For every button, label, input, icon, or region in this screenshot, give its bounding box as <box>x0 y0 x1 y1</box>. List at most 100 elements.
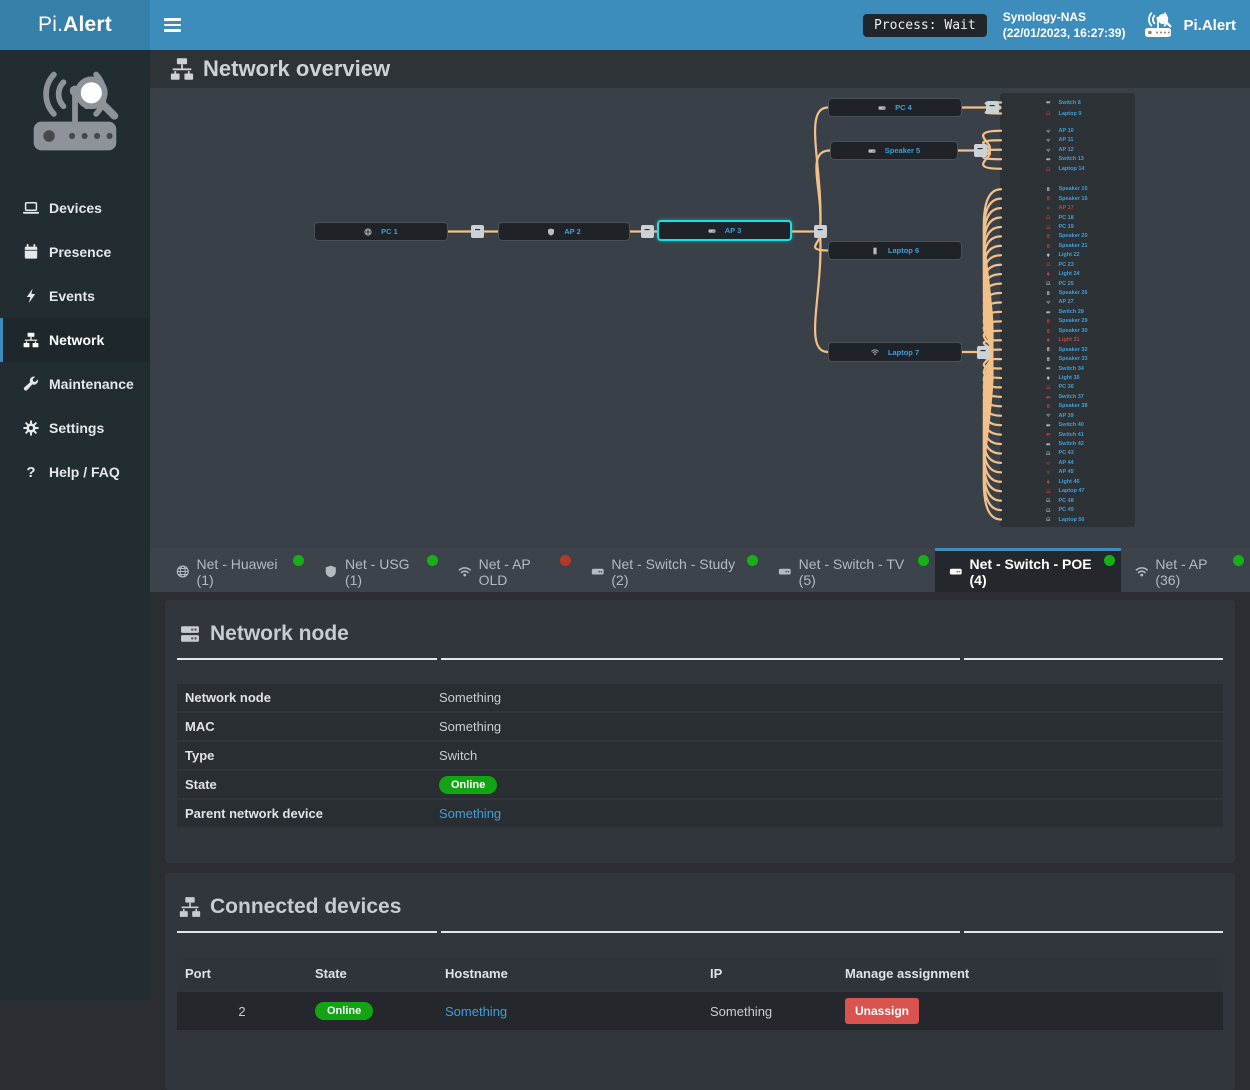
device-list-item-speaker-20[interactable]: Speaker 20 <box>1000 232 1135 241</box>
device-list-item-label: Laptop 9 <box>1059 111 1082 117</box>
device-list-item-label: PC 25 <box>1059 281 1074 287</box>
device-list-item-ap-11[interactable]: AP 11 <box>1000 136 1135 146</box>
tab-net-huawei-1[interactable]: Net - Huawei (1) <box>162 548 310 592</box>
sidebar-item-label: Settings <box>49 420 104 436</box>
device-list-item-speaker-38[interactable]: Speaker 38 <box>1000 402 1135 411</box>
laptop-icon <box>1046 167 1051 172</box>
topbar: Pi.Alert Process: Wait Synology-NAS (22/… <box>0 0 1250 50</box>
switchbox-icon <box>778 564 792 579</box>
device-list-item-laptop-47[interactable]: Laptop 47 <box>1000 487 1135 496</box>
device-list-item-laptop-9[interactable]: Laptop 9 <box>1000 108 1135 119</box>
sidebar-item-label: Network <box>49 332 104 348</box>
sidebar-item-maintenance[interactable]: Maintenance <box>0 362 150 406</box>
device-list-item-ap-12[interactable]: AP 12 <box>1000 145 1135 155</box>
device-list-item-laptop-14[interactable]: Laptop 14 <box>1000 164 1135 174</box>
device-list-item-speaker-15[interactable]: Speaker 15 <box>1000 185 1135 194</box>
device-list-item-speaker-32[interactable]: Speaker 32 <box>1000 345 1135 354</box>
collapse-button[interactable]: − <box>814 225 827 238</box>
tab-net-usg-1[interactable]: Net - USG (1) <box>310 548 444 592</box>
tab-net-switch-poe-4[interactable]: Net - Switch - POE (4) <box>935 548 1121 592</box>
device-list-item-speaker-30[interactable]: Speaker 30 <box>1000 326 1135 335</box>
speaker-icon <box>1046 357 1051 362</box>
device-list-item-switch-40[interactable]: Switch 40 <box>1000 420 1135 429</box>
device-list-item-speaker-26[interactable]: Speaker 26 <box>1000 288 1135 297</box>
device-list-item-ap-45[interactable]: AP 45 <box>1000 468 1135 477</box>
hostname-link[interactable]: Something <box>437 998 702 1025</box>
device-list-item-pc-43[interactable]: PC 43 <box>1000 449 1135 458</box>
device-list-item-switch-8[interactable]: Switch 8 <box>1000 97 1135 108</box>
device-list-item-light-24[interactable]: Light 24 <box>1000 269 1135 278</box>
diagram-node-laptop-7[interactable]: Laptop 7 <box>828 342 962 362</box>
device-list-item-switch-42[interactable]: Switch 42 <box>1000 439 1135 448</box>
parent-device-link[interactable]: Something <box>439 806 1223 821</box>
laptop-icon <box>1046 517 1051 522</box>
tab-label: Net - AP OLD <box>479 556 555 588</box>
tab-status-dot <box>918 555 929 566</box>
device-list-item-speaker-21[interactable]: Speaker 21 <box>1000 241 1135 250</box>
wifi-icon <box>1046 470 1051 475</box>
sidebar-item-presence[interactable]: Presence <box>0 230 150 274</box>
device-list-item-pc-23[interactable]: PC 23 <box>1000 260 1135 269</box>
device-list-item-light-46[interactable]: Light 46 <box>1000 477 1135 486</box>
device-list-item-pc-48[interactable]: PC 48 <box>1000 496 1135 505</box>
device-list-item-switch-13[interactable]: Switch 13 <box>1000 155 1135 165</box>
diagram-node-pc-4[interactable]: PC 4 <box>828 98 962 117</box>
connected-devices-panel: Connected devices PortStateHostnameIPMan… <box>165 873 1235 1090</box>
device-list-item-laptop-50[interactable]: Laptop 50 <box>1000 515 1135 524</box>
diagram-node-pc-1[interactable]: PC 1 <box>314 222 448 241</box>
column-header-port: Port <box>177 966 307 981</box>
collapse-button[interactable]: − <box>986 101 999 114</box>
device-list-item-pc-25[interactable]: PC 25 <box>1000 279 1135 288</box>
device-list-item-switch-34[interactable]: Switch 34 <box>1000 364 1135 373</box>
collapse-button[interactable]: − <box>471 225 484 238</box>
device-list-item-light-22[interactable]: Light 22 <box>1000 251 1135 260</box>
network-node-table-row: Network node Something <box>177 684 1223 711</box>
tab-net-ap-36[interactable]: Net - AP (36) <box>1121 548 1250 592</box>
tab-net-switch-tv-5[interactable]: Net - Switch - TV (5) <box>764 548 935 592</box>
device-list-item-pc-19[interactable]: PC 19 <box>1000 222 1135 231</box>
diagram-node-speaker-5[interactable]: Speaker 5 <box>830 141 958 160</box>
device-list-item-light-35[interactable]: Light 35 <box>1000 373 1135 382</box>
diagram-node-ap-2[interactable]: AP 2 <box>498 222 630 241</box>
speaker-icon <box>1046 404 1051 409</box>
shield-icon <box>324 564 338 579</box>
device-list-item-ap-17[interactable]: AP 17 <box>1000 203 1135 212</box>
brand-prefix: Pi. <box>38 13 63 37</box>
diagram-node-laptop-6[interactable]: Laptop 6 <box>828 241 962 260</box>
hamburger-menu-icon[interactable] <box>150 0 194 50</box>
speaker-icon <box>1046 291 1051 296</box>
device-list-item-speaker-33[interactable]: Speaker 33 <box>1000 354 1135 363</box>
sidebar-item-settings[interactable]: Settings <box>0 406 150 450</box>
device-list-item-ap-39[interactable]: AP 39 <box>1000 411 1135 420</box>
app-logo[interactable]: Pi.Alert <box>0 0 150 50</box>
page-title: Network overview <box>203 56 390 82</box>
collapse-button[interactable]: − <box>977 346 990 359</box>
device-list-item-speaker-16[interactable]: Speaker 16 <box>1000 194 1135 203</box>
sidebar-item-network[interactable]: Network <box>0 318 150 362</box>
device-list-item-ap-27[interactable]: AP 27 <box>1000 298 1135 307</box>
device-list-item-pc-18[interactable]: PC 18 <box>1000 213 1135 222</box>
network-node-table-row: State Online <box>177 771 1223 798</box>
device-list-item-ap-44[interactable]: AP 44 <box>1000 458 1135 467</box>
device-list-item-ap-10[interactable]: AP 10 <box>1000 126 1135 136</box>
device-list-item-switch-28[interactable]: Switch 28 <box>1000 307 1135 316</box>
device-list-item-switch-37[interactable]: Switch 37 <box>1000 392 1135 401</box>
sidebar-item-devices[interactable]: Devices <box>0 186 150 230</box>
collapse-button[interactable]: − <box>641 225 654 238</box>
device-list-item-pc-49[interactable]: PC 49 <box>1000 505 1135 514</box>
speaker-icon <box>1046 347 1051 352</box>
device-list-item-speaker-29[interactable]: Speaker 29 <box>1000 317 1135 326</box>
sidebar-item-events[interactable]: Events <box>0 274 150 318</box>
device-list-item-switch-41[interactable]: Switch 41 <box>1000 430 1135 439</box>
device-list-item-light-31[interactable]: Light 31 <box>1000 336 1135 345</box>
diagram-node-label: Speaker 5 <box>885 146 920 155</box>
port-cell: 2 <box>177 998 307 1025</box>
sidebar-item-help-faq[interactable]: Help / FAQ <box>0 450 150 494</box>
diagram-node-ap-3[interactable]: AP 3 <box>657 220 792 241</box>
device-list-item-pc-36[interactable]: PC 36 <box>1000 383 1135 392</box>
device-list-item-label: Speaker 30 <box>1059 328 1088 334</box>
unassign-button[interactable]: Unassign <box>845 998 919 1024</box>
collapse-button[interactable]: − <box>974 144 987 157</box>
tab-net-ap-old[interactable]: Net - AP OLD <box>444 548 577 592</box>
tab-net-switch-study-2[interactable]: Net - Switch - Study (2) <box>577 548 764 592</box>
